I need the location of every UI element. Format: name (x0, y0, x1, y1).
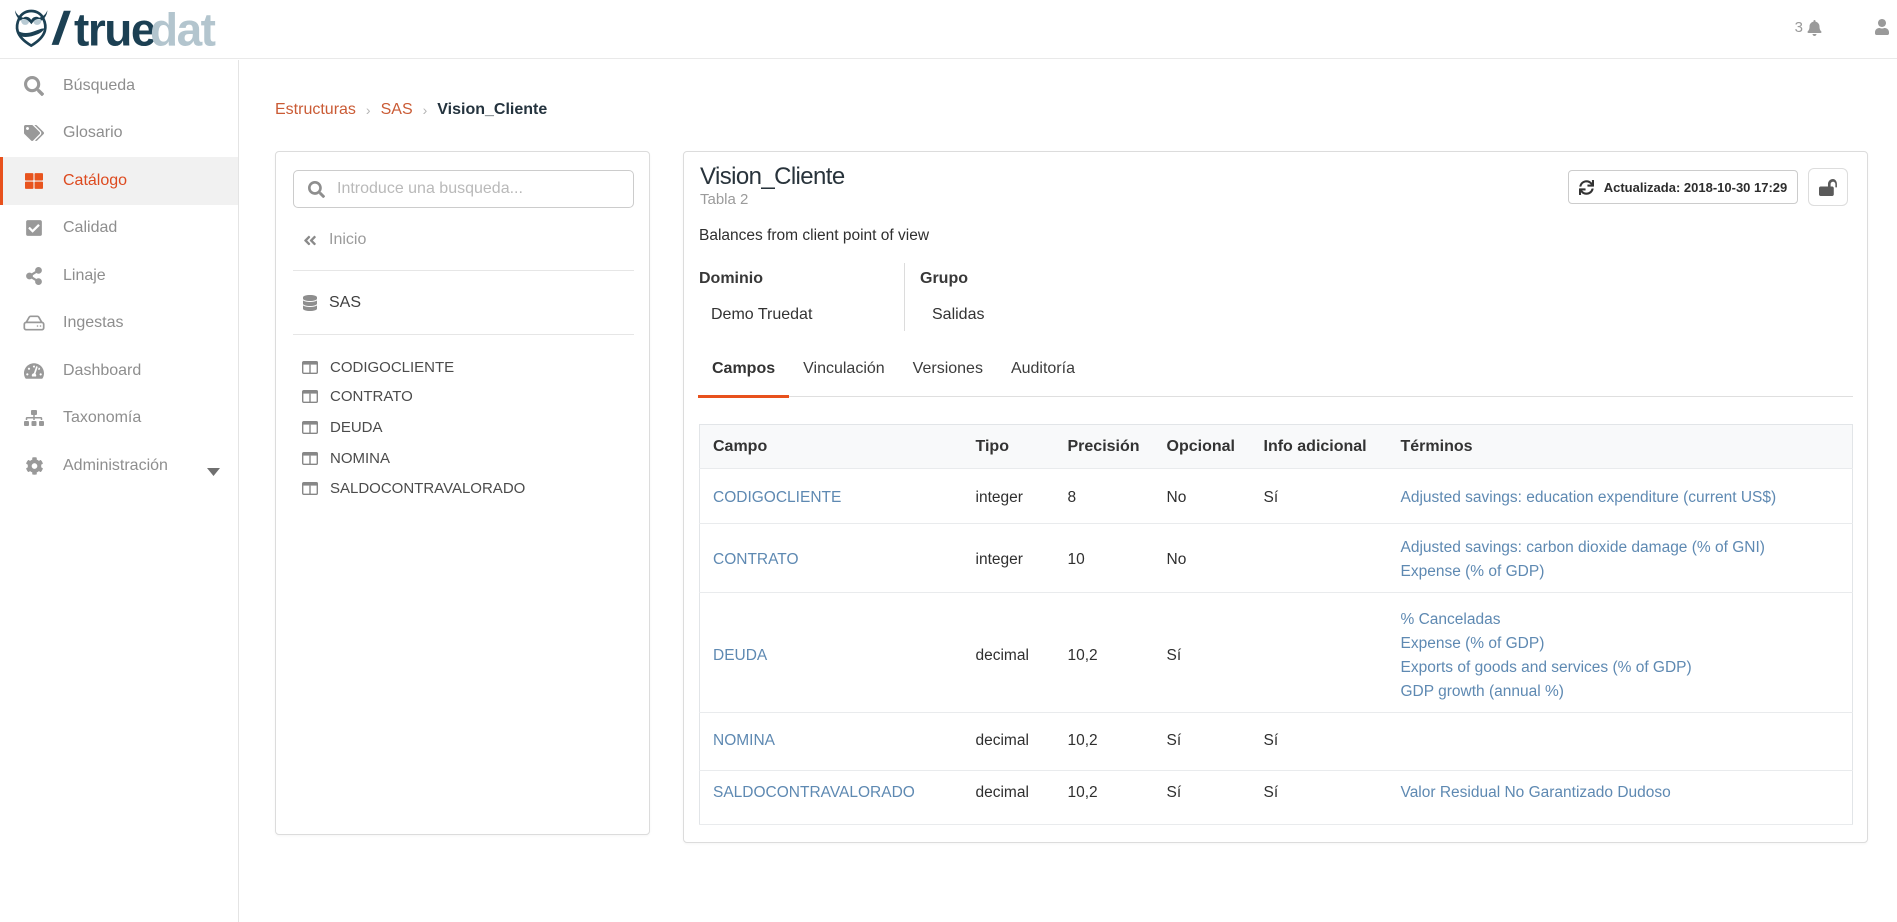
svg-text:dat: dat (150, 7, 216, 55)
svg-text:true: true (74, 7, 156, 55)
